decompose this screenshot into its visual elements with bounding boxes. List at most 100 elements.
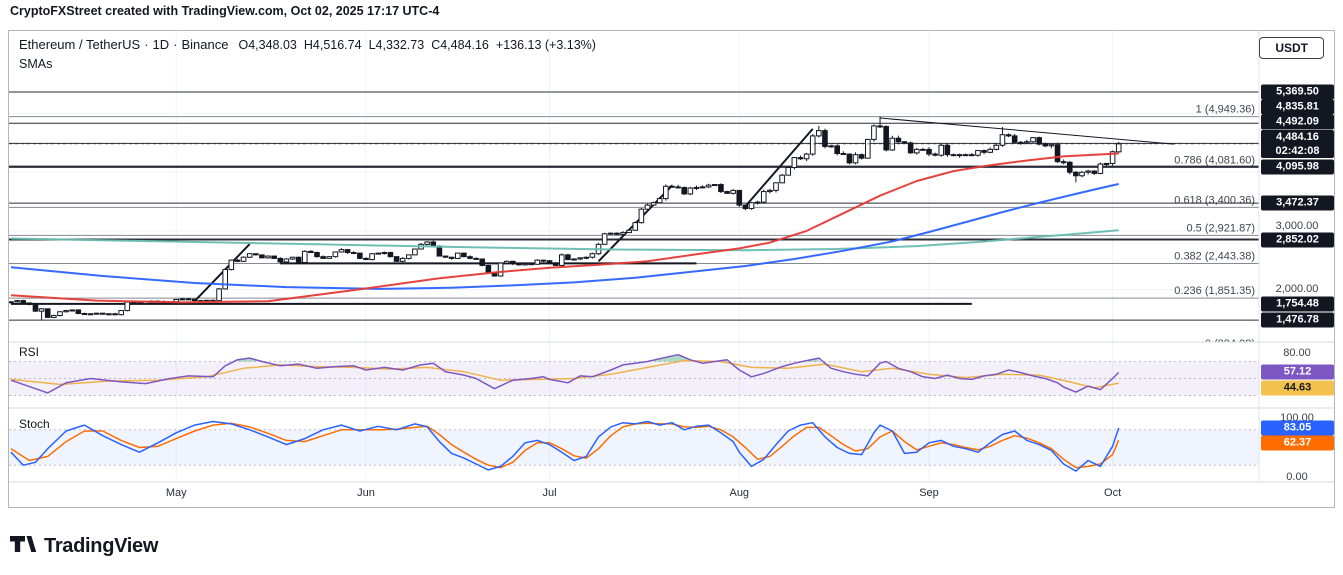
candle xyxy=(853,155,858,163)
high-label: H xyxy=(304,38,313,52)
candle xyxy=(664,186,669,198)
candle xyxy=(553,263,558,265)
candle xyxy=(902,142,907,143)
candle xyxy=(431,242,436,246)
candle xyxy=(633,223,638,231)
time-axis-label: Oct xyxy=(1104,487,1121,499)
candle xyxy=(272,256,277,258)
candle xyxy=(1061,162,1066,163)
candle xyxy=(64,311,69,312)
candle xyxy=(939,145,944,155)
candle xyxy=(933,154,938,155)
candle xyxy=(725,192,730,194)
candle xyxy=(590,254,595,258)
candle xyxy=(468,257,473,259)
svg-text:0.618 (3,400.36): 0.618 (3,400.36) xyxy=(1174,194,1255,206)
indicator-legend-smas[interactable]: SMAs xyxy=(19,57,52,71)
time-axis-label: Jun xyxy=(357,487,375,499)
candle xyxy=(443,256,448,257)
chart-panel: 1 (4,949.36)0.786 (4,081.60)0.618 (3,400… xyxy=(8,30,1335,508)
candle xyxy=(584,257,589,258)
candle xyxy=(1067,162,1072,172)
candle xyxy=(498,263,503,276)
candle xyxy=(290,257,295,259)
candle xyxy=(345,250,350,253)
candle xyxy=(810,136,815,154)
candle xyxy=(670,186,675,187)
stoch-label[interactable]: Stoch xyxy=(19,417,50,431)
candle xyxy=(743,205,748,209)
candle xyxy=(719,185,724,192)
candle xyxy=(523,264,528,265)
candle xyxy=(1006,135,1011,136)
symbol-name[interactable]: Ethereum / TetherUS xyxy=(19,37,140,52)
time-axis-label: May xyxy=(166,487,187,499)
candle xyxy=(1092,171,1097,173)
candle xyxy=(804,154,809,159)
candle xyxy=(994,145,999,149)
candle xyxy=(315,253,320,257)
candle xyxy=(52,316,57,318)
candle xyxy=(829,146,834,147)
candle xyxy=(229,260,234,269)
svg-text:0 (884.38): 0 (884.38) xyxy=(1205,338,1255,350)
stoch-pane xyxy=(9,422,1259,472)
candle xyxy=(425,242,430,244)
interval-label[interactable]: 1D xyxy=(153,37,170,52)
candle xyxy=(517,264,522,265)
candle xyxy=(872,126,877,139)
svg-text:0.382 (2,443.38): 0.382 (2,443.38) xyxy=(1174,250,1255,262)
candle xyxy=(45,309,50,318)
candle xyxy=(88,314,93,315)
candle xyxy=(266,256,271,258)
candle xyxy=(15,301,20,302)
candle xyxy=(627,230,632,232)
candle xyxy=(192,299,197,300)
tradingview-logo[interactable]: TradingView xyxy=(10,532,158,561)
chart-canvas[interactable]: 1 (4,949.36)0.786 (4,081.60)0.618 (3,400… xyxy=(9,31,1334,507)
high-value: 4,516.74 xyxy=(313,38,362,52)
time-axis-label: Jul xyxy=(543,487,557,499)
candle xyxy=(951,155,956,156)
candle xyxy=(566,255,571,260)
candle xyxy=(970,155,975,156)
candle xyxy=(1012,136,1017,142)
candle xyxy=(462,253,467,257)
candle xyxy=(639,209,644,222)
currency-toggle-button[interactable]: USDT xyxy=(1259,37,1324,59)
low-value: 4,332.73 xyxy=(376,38,425,52)
candle xyxy=(847,154,852,163)
rsi-label[interactable]: RSI xyxy=(19,345,39,359)
candle xyxy=(76,310,81,314)
candle xyxy=(137,303,142,304)
candle xyxy=(657,199,662,203)
candle xyxy=(119,311,124,315)
candle xyxy=(927,149,932,154)
candle xyxy=(27,303,32,304)
low-label: L xyxy=(369,38,376,52)
candle xyxy=(394,257,399,262)
candle xyxy=(370,254,375,260)
candle xyxy=(1098,164,1103,173)
candle xyxy=(284,259,289,262)
candle xyxy=(651,203,656,205)
candle xyxy=(302,251,307,262)
sma-mid-line xyxy=(11,184,1119,289)
candle xyxy=(547,261,552,263)
candle xyxy=(21,301,26,303)
candle xyxy=(321,257,326,259)
candle xyxy=(388,253,393,257)
candle xyxy=(694,187,699,188)
level-lines xyxy=(9,92,1259,320)
time-axis-label: Sep xyxy=(919,487,939,499)
candle xyxy=(260,255,265,258)
candle xyxy=(241,257,246,261)
candle xyxy=(1074,172,1079,176)
candle xyxy=(884,127,889,150)
candle xyxy=(309,251,314,252)
legend-separator: · xyxy=(173,37,177,52)
candle xyxy=(645,205,650,209)
candle xyxy=(780,175,785,183)
candle xyxy=(688,188,693,194)
candle xyxy=(94,313,99,314)
